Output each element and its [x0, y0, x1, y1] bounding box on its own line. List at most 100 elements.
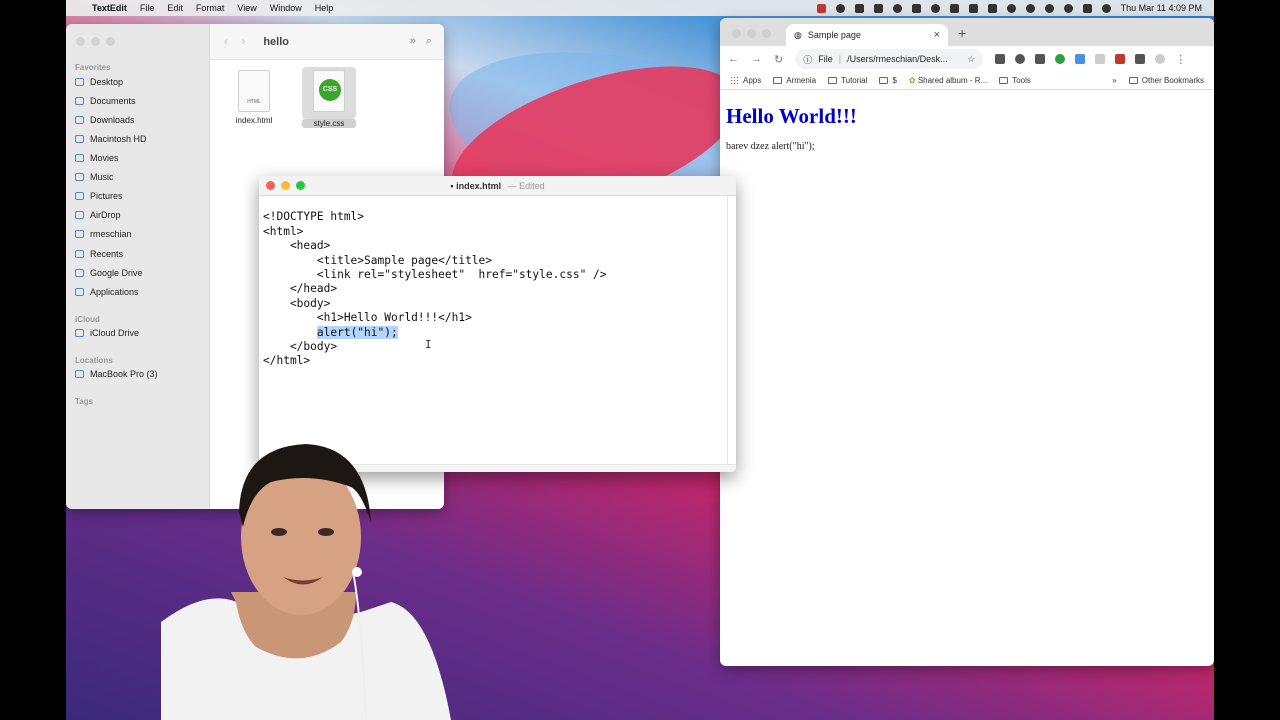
- text-editor[interactable]: <!DOCTYPE html> <html> <head> <title>Samp…: [259, 196, 736, 369]
- menu-app-name[interactable]: TextEdit: [92, 3, 127, 13]
- sidebar-item-macintosh-hd[interactable]: Macintosh HD: [75, 134, 147, 144]
- moon-icon[interactable]: [930, 3, 940, 13]
- bookmark-apps[interactable]: Apps: [730, 76, 761, 86]
- code-line: </head>: [263, 282, 338, 296]
- music-icon: [75, 173, 84, 181]
- minimize-button[interactable]: [281, 181, 290, 190]
- recording-icon[interactable]: [816, 3, 826, 13]
- search-icon[interactable]: ⌕: [426, 35, 432, 48]
- menu-view[interactable]: View: [237, 3, 256, 13]
- siri-icon[interactable]: [1101, 3, 1111, 13]
- code-line-selected: alert("hi");: [263, 325, 732, 340]
- airdrop-icon: [75, 211, 84, 219]
- reload-icon[interactable]: ↻: [774, 53, 783, 66]
- extension-icon[interactable]: [1015, 54, 1026, 64]
- forward-icon[interactable]: →: [751, 53, 762, 65]
- extension-icon[interactable]: [1055, 54, 1066, 64]
- menu-window[interactable]: Window: [270, 3, 302, 13]
- sidebar-item-macbook[interactable]: MacBook Pro (3): [75, 369, 158, 379]
- more-icon[interactable]: »: [410, 35, 416, 48]
- extension-icon[interactable]: [995, 54, 1006, 64]
- kebab-menu-icon[interactable]: ⋮: [1175, 53, 1186, 66]
- window-controls: [76, 37, 115, 46]
- css-badge: CSS: [319, 79, 341, 101]
- clock-icon[interactable]: [1063, 3, 1073, 13]
- profile-avatar[interactable]: [1155, 54, 1166, 64]
- zoom-button[interactable]: [296, 181, 305, 190]
- sidebar-item-label: Desktop: [90, 77, 124, 87]
- bookmark-tools[interactable]: Tools: [999, 76, 1031, 85]
- menu-edit[interactable]: Edit: [167, 3, 183, 13]
- extension-icon[interactable]: [1035, 54, 1046, 64]
- file-index-html[interactable]: HTML index.html: [227, 70, 281, 125]
- close-button[interactable]: [76, 37, 85, 46]
- volume-icon[interactable]: [911, 3, 921, 13]
- menu-file[interactable]: File: [140, 3, 155, 13]
- textedit-window: ▪ index.html — Edited <!DOCTYPE html> <ht…: [259, 176, 736, 472]
- star-icon[interactable]: ☆: [967, 54, 975, 65]
- finder-title: hello: [263, 35, 289, 48]
- back-forward-icon[interactable]: ‹›: [224, 36, 259, 48]
- sidebar-item-icloud-drive[interactable]: iCloud Drive: [75, 328, 139, 338]
- status-app-icon[interactable]: [873, 3, 883, 13]
- extension-icon[interactable]: [1115, 54, 1126, 64]
- sidebar-item-pictures[interactable]: Pictures: [75, 191, 123, 201]
- sidebar-item-home[interactable]: rmeschian: [75, 229, 132, 239]
- wifi-icon[interactable]: [1006, 3, 1016, 13]
- status-app-icon[interactable]: [835, 3, 845, 13]
- new-tab-icon[interactable]: +: [958, 25, 966, 41]
- sidebar-item-airdrop[interactable]: AirDrop: [75, 210, 121, 220]
- sidebar-item-movies[interactable]: Movies: [75, 153, 119, 163]
- browser-toolbar: ← → ↻ ⓘ File | /Users/rmeschian/Desk... …: [720, 46, 1214, 72]
- close-button[interactable]: [266, 181, 275, 190]
- tab-title: Sample page: [807, 30, 861, 40]
- sidebar-item-downloads[interactable]: Downloads: [75, 115, 135, 125]
- sidebar-item-recents[interactable]: Recents: [75, 249, 123, 259]
- toolbar-right: » ⌕: [410, 35, 432, 48]
- minimize-button[interactable]: [747, 29, 756, 38]
- menu-help[interactable]: Help: [315, 3, 334, 13]
- battery-icon[interactable]: [968, 3, 978, 13]
- address-bar[interactable]: ⓘ File | /Users/rmeschian/Desk... ☆: [795, 49, 984, 69]
- user-icon[interactable]: [1025, 3, 1035, 13]
- status-app-icon[interactable]: [854, 3, 864, 13]
- selected-text[interactable]: alert("hi");: [316, 325, 398, 339]
- bookmark-shared-album[interactable]: ✿ Shared album - R...: [909, 76, 987, 85]
- menubar-clock[interactable]: Thu Mar 11 4:09 PM: [1121, 3, 1202, 13]
- control-center-icon[interactable]: [1082, 3, 1092, 13]
- bluetooth-icon[interactable]: [949, 3, 959, 13]
- bookmark-tutorial[interactable]: Tutorial: [828, 76, 867, 85]
- sidebar-item-google-drive[interactable]: Google Drive: [75, 268, 143, 278]
- menu-format[interactable]: Format: [196, 3, 225, 13]
- sidebar-item-label: Pictures: [90, 191, 123, 201]
- puzzle-icon[interactable]: [1135, 54, 1146, 64]
- sidebar-item-desktop[interactable]: Desktop: [75, 77, 123, 87]
- sidebar-header-tags: Tags: [75, 397, 94, 406]
- downloads-icon: [75, 116, 84, 124]
- search-icon[interactable]: [1044, 3, 1054, 13]
- back-icon[interactable]: ←: [728, 53, 739, 65]
- bookmarks-overflow-button[interactable]: »: [1112, 76, 1116, 85]
- status-app-icon[interactable]: [892, 3, 902, 13]
- calendar-icon[interactable]: [1075, 54, 1086, 64]
- bookmark-other[interactable]: Other Bookmarks: [1128, 76, 1204, 85]
- file-style-css[interactable]: CSS style.css: [302, 67, 356, 128]
- sidebar-item-applications[interactable]: Applications: [75, 287, 139, 297]
- close-tab-icon[interactable]: ×: [934, 29, 940, 41]
- sidebar-item-music[interactable]: Music: [75, 172, 114, 182]
- sidebar-item-label: MacBook Pro (3): [90, 369, 158, 379]
- folder-icon: [75, 269, 84, 277]
- scrollbar[interactable]: [727, 196, 728, 464]
- close-button[interactable]: [732, 29, 741, 38]
- sidebar-item-documents[interactable]: Documents: [75, 96, 136, 106]
- tab-sample-page[interactable]: ◍ Sample page ×: [786, 24, 948, 46]
- flag-icon[interactable]: [987, 3, 997, 13]
- zoom-button[interactable]: [762, 29, 771, 38]
- bookmark-armenia[interactable]: Armenia: [773, 76, 816, 85]
- zoom-button[interactable]: [106, 37, 115, 46]
- finder-toolbar: ‹› hello » ⌕: [210, 24, 444, 60]
- bookmark-dollar[interactable]: $: [879, 76, 897, 85]
- minimize-button[interactable]: [91, 37, 100, 46]
- extension-icon[interactable]: [1095, 54, 1106, 64]
